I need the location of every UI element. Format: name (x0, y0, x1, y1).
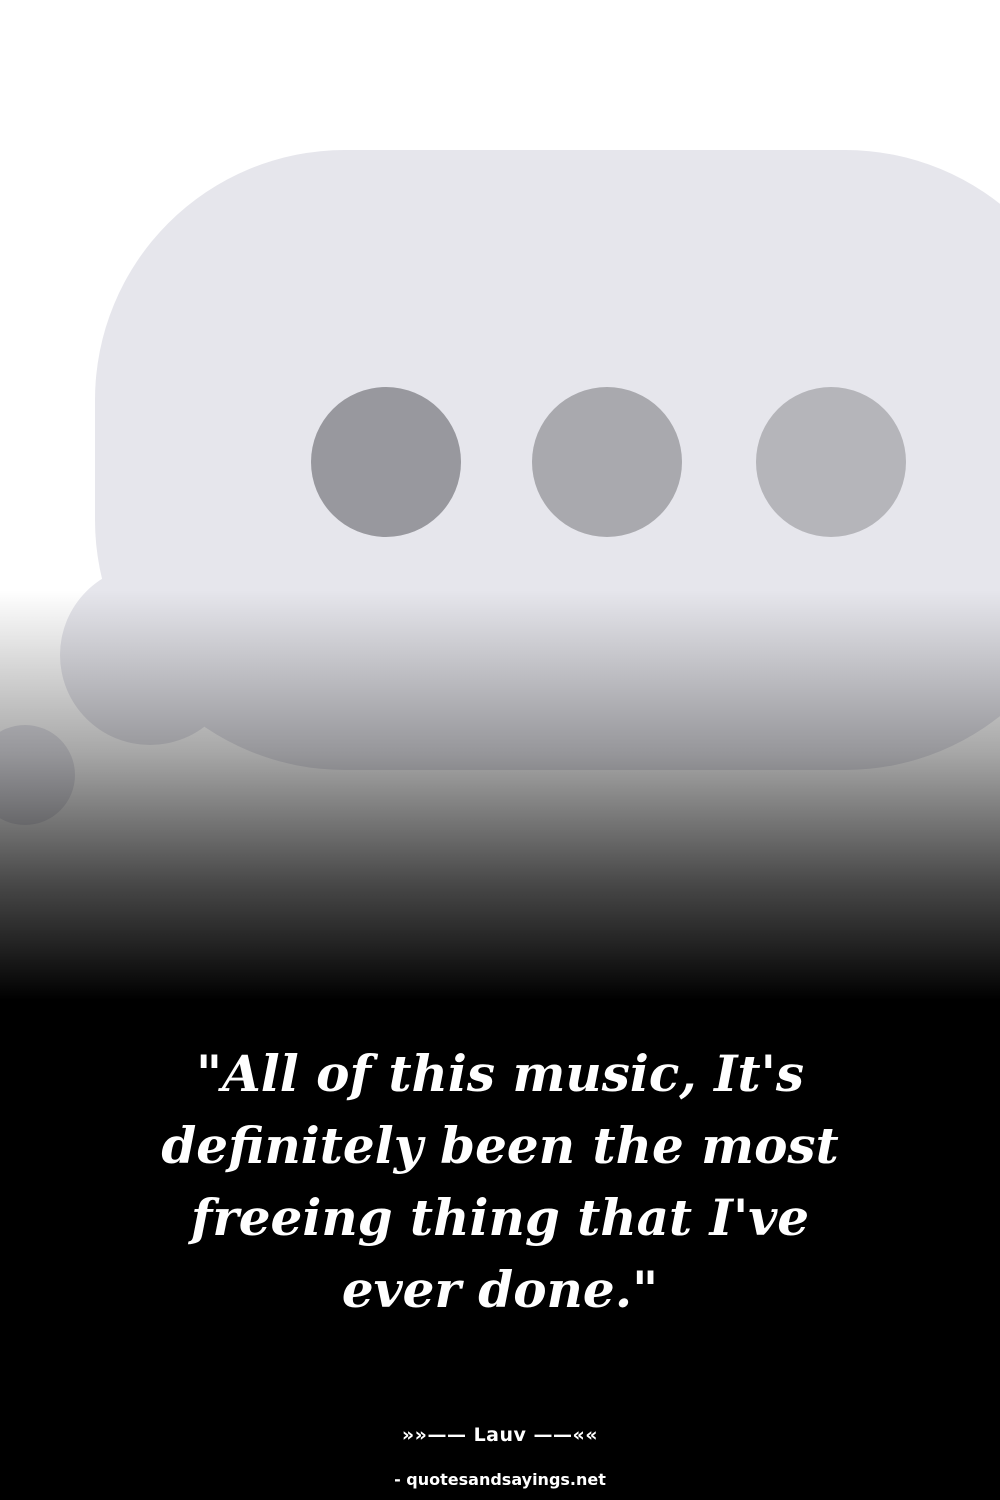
typing-dot-right (756, 387, 906, 537)
source-watermark: - quotesandsayings.net (394, 1470, 606, 1489)
typing-dot-middle (532, 387, 682, 537)
gradient-overlay (0, 590, 1000, 1000)
quote-author: »»—— Lauv ——«« (401, 1424, 599, 1446)
quote-text: "All of this music, It's definitely been… (161, 1044, 839, 1319)
quote-poster: "All of this music, It's definitely been… (0, 0, 1000, 1500)
typing-dot-left (311, 387, 461, 537)
